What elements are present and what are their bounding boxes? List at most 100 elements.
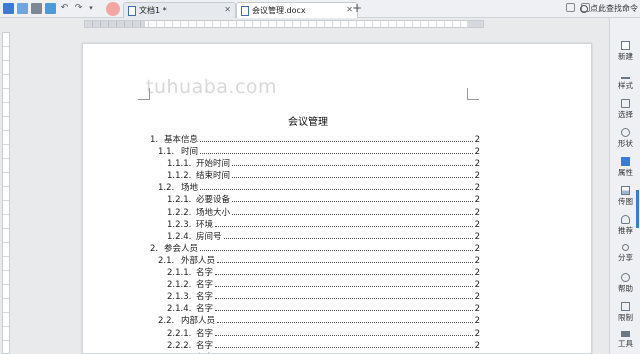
toc-label: 名字 xyxy=(196,280,214,291)
toc-label: 结束时间 xyxy=(196,171,231,182)
toc-leader xyxy=(232,177,473,179)
toc-page-number: 2 xyxy=(474,159,480,170)
toc-entry[interactable]: 2.2. 内部人员 2 xyxy=(150,314,480,326)
sidebar-item-label: 形状 xyxy=(618,139,633,148)
document-page[interactable]: tuhuaba.com 会议管理 1. 基本信息 2 1.1. 时间 2 1.1.1. 开始时… xyxy=(82,43,592,354)
toc-entry[interactable]: 2.1.4. 名字 2 xyxy=(150,302,480,314)
toc-label: 基本信息 xyxy=(164,135,199,145)
toc-entry[interactable]: 1.1. 时间 2 xyxy=(150,145,480,157)
toc-number: 2.2. xyxy=(158,316,175,327)
toc-label: 外部人员 xyxy=(181,255,216,266)
toc-label: 名字 xyxy=(196,328,214,339)
toc-label: 名字 xyxy=(196,340,214,351)
table-of-contents: 1. 基本信息 2 1.1. 时间 2 1.1.1. 开始时间 2 1.1.2. 结束时间 2 1.2.… xyxy=(150,133,480,353)
print-icon[interactable] xyxy=(31,3,42,14)
sidebar-item-tools[interactable]: 工具 xyxy=(610,328,640,354)
toc-leader xyxy=(232,213,473,215)
toc-number: 2.1.3. xyxy=(167,292,192,303)
toc-leader xyxy=(200,141,473,142)
toc-entry[interactable]: 2.1.1. 名字 2 xyxy=(150,266,480,278)
toc-label: 必要设备 xyxy=(196,195,231,206)
sidebar-item-select[interactable]: 选择 xyxy=(610,96,640,124)
new-doc-icon xyxy=(621,41,630,50)
toc-leader xyxy=(217,261,473,263)
toc-page-number: 2 xyxy=(474,195,480,206)
toc-page-number: 2 xyxy=(474,255,480,266)
sidebar-scroll-handle[interactable] xyxy=(636,190,639,228)
toc-entry[interactable]: 2. 参会人员 2 xyxy=(150,242,480,254)
toc-number: 1.2.3. xyxy=(167,219,192,230)
search-icon xyxy=(580,4,588,13)
toc-entry[interactable]: 2.2.1. 名字 2 xyxy=(150,327,480,339)
avatar[interactable] xyxy=(106,2,120,16)
style-icon xyxy=(621,70,630,79)
toc-entry[interactable]: 2.1.3. 名字 2 xyxy=(150,290,480,302)
document-icon xyxy=(241,5,249,16)
toc-page-number: 2 xyxy=(474,183,480,194)
toc-entry[interactable]: 1.1.2. 结束时间 2 xyxy=(150,169,480,181)
new-tab-button[interactable]: + xyxy=(352,1,362,15)
close-icon[interactable]: ✕ xyxy=(224,5,231,14)
sidebar-item-label: 样式 xyxy=(618,81,633,90)
sidebar-item-restrict[interactable]: 限制 xyxy=(610,299,640,327)
toc-number: 1.1.1. xyxy=(167,159,192,170)
horizontal-ruler[interactable] xyxy=(84,20,484,28)
sidebar-item-properties[interactable]: 属性 xyxy=(610,154,640,182)
toc-label: 名字 xyxy=(196,268,214,279)
tab-meeting-management[interactable]: 会议管理.docx ✕ xyxy=(236,2,358,18)
tab-document-1[interactable]: 文档1 * ✕ xyxy=(123,2,236,18)
template-icon[interactable] xyxy=(17,3,28,14)
undo-icon[interactable]: ↶ xyxy=(59,3,70,14)
sidebar-item-share[interactable]: 分享 xyxy=(610,241,640,269)
toc-leader xyxy=(223,237,473,239)
margin-corner-mark xyxy=(467,88,479,100)
toc-leader xyxy=(200,249,473,251)
toc-entry[interactable]: 2.1. 外部人员 2 xyxy=(150,254,480,266)
sidebar-item-label: 新建 xyxy=(618,52,633,61)
toc-label: 名字 xyxy=(196,292,214,303)
sidebar-item-new-doc[interactable]: 新建 xyxy=(610,38,640,66)
toc-page-number: 2 xyxy=(474,340,480,351)
ruler-ticks xyxy=(3,33,9,353)
toc-leader xyxy=(200,153,473,155)
toc-leader xyxy=(215,298,473,300)
toc-entry[interactable]: 2.1.2. 名字 2 xyxy=(150,278,480,290)
toc-number: 1.2.2. xyxy=(167,207,192,218)
shape-icon xyxy=(621,128,630,137)
save-icon[interactable] xyxy=(3,3,14,14)
title-bar: ↶ ↷ ▾ 文档1 * ✕ 会议管理.docx ✕ + 点此查找命令 xyxy=(0,0,640,18)
toc-page-number: 2 xyxy=(474,328,480,339)
redo-icon[interactable]: ↷ xyxy=(73,3,84,14)
document-icon xyxy=(128,5,136,16)
toc-leader xyxy=(232,165,473,167)
toc-entry[interactable]: 2.2.2. 名字 2 xyxy=(150,339,480,351)
toc-leader xyxy=(215,274,473,276)
vertical-ruler[interactable] xyxy=(2,32,10,354)
toc-page-number: 2 xyxy=(474,207,480,218)
sidebar-item-style[interactable]: 样式 xyxy=(610,67,640,95)
toc-entry[interactable]: 1.1.1. 开始时间 2 xyxy=(150,157,480,169)
print-preview-icon[interactable] xyxy=(45,3,56,14)
toc-entry[interactable]: 1.2. 场地 2 xyxy=(150,181,480,193)
sidebar-item-help[interactable]: 帮助 xyxy=(610,270,640,298)
toc-label: 参会人员 xyxy=(164,243,199,254)
toc-label: 场地 xyxy=(181,183,199,194)
toc-number: 1.1. xyxy=(158,147,175,158)
toc-number: 2.1.1. xyxy=(167,268,192,279)
toc-entry[interactable]: 1.2.1. 必要设备 2 xyxy=(150,193,480,205)
toc-entry[interactable]: 1. 基本信息 2 xyxy=(150,133,480,145)
command-search[interactable]: 点此查找命令 xyxy=(580,3,638,14)
toc-leader xyxy=(215,310,473,312)
margin-corner-mark xyxy=(138,88,150,100)
toc-entry[interactable]: 1.2.4. 房间号 2 xyxy=(150,230,480,242)
toc-number: 2.1.2. xyxy=(167,280,192,291)
toc-page-number: 2 xyxy=(474,135,480,145)
skin-icon[interactable] xyxy=(566,3,575,12)
select-icon xyxy=(621,99,630,108)
restrict-icon xyxy=(621,302,630,311)
toc-entry[interactable]: 1.2.2. 场地大小 2 xyxy=(150,206,480,218)
toc-entry[interactable]: 1.2.3. 环境 2 xyxy=(150,218,480,230)
toc-page-number: 2 xyxy=(474,268,480,279)
chevron-down-icon[interactable]: ▾ xyxy=(87,3,95,14)
sidebar-item-shape[interactable]: 形状 xyxy=(610,125,640,153)
